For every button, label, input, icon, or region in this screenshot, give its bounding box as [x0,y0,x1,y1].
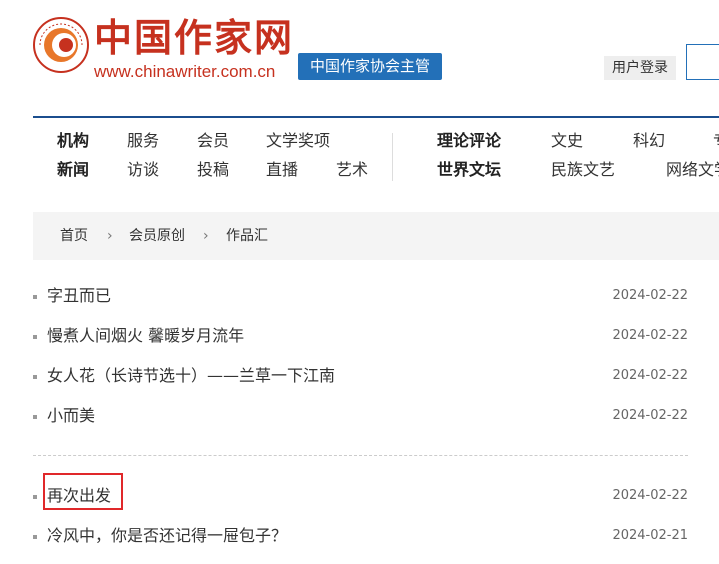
breadcrumb-works[interactable]: 作品汇 [226,212,268,260]
chevron-right-icon: › [203,228,209,244]
chevron-right-icon: › [107,228,113,244]
breadcrumb: 首页 › 会员原创 › 作品汇 [33,212,719,260]
list-item-date: 2024-02-22 [612,408,688,423]
list-item[interactable]: 冷风中，你是否还记得一屉包子？ 2024-02-21 [33,516,688,556]
nav-item-news[interactable]: 新闻 [57,160,89,180]
nav-item-more[interactable]: 专 [713,131,719,151]
nav-item-service[interactable]: 服务 [127,131,159,151]
nav-item-member[interactable]: 会员 [197,131,229,151]
list-item-date: 2024-02-22 [612,328,688,343]
nav-top-border [33,116,719,118]
nav-item-submit[interactable]: 投稿 [197,160,229,180]
list-item-title[interactable]: 字丑而已 [47,276,111,316]
nav-item-live[interactable]: 直播 [266,160,298,180]
bullet-icon [33,415,37,419]
highlight-box [43,473,123,510]
list-item-title[interactable]: 冷风中，你是否还记得一屉包子？ [47,516,287,556]
nav-divider [392,133,393,181]
list-item[interactable]: 小而美 2024-02-22 [33,396,688,436]
nav-item-org[interactable]: 机构 [57,131,89,151]
nav-item-online-lit[interactable]: 网络文学 [666,160,719,180]
bullet-icon [33,495,37,499]
search-input[interactable] [686,44,719,80]
list-item-date: 2024-02-21 [612,528,688,543]
breadcrumb-member-original[interactable]: 会员原创 [129,212,185,260]
logo-title: 中国作家网 [94,15,295,60]
nav-item-theory[interactable]: 理论评论 [437,131,501,151]
page: 中国作家网 www.chinawriter.com.cn 中国作家协会主管 用户… [0,0,719,564]
list-item-title[interactable]: 慢煮人间烟火 馨暖岁月流年 [47,316,244,356]
nav-item-world[interactable]: 世界文坛 [437,160,501,180]
list-item-date: 2024-02-22 [612,368,688,383]
list-item-date: 2024-02-22 [612,488,688,503]
site-logo[interactable]: 中国作家网 www.chinawriter.com.cn [32,14,292,86]
nav-item-history[interactable]: 文史 [551,131,583,151]
list-item-date: 2024-02-22 [612,288,688,303]
nav-item-scifi[interactable]: 科幻 [633,131,665,151]
list-item[interactable]: 再次出发 2024-02-22 [33,476,688,516]
nav-item-art[interactable]: 艺术 [336,160,368,180]
breadcrumb-home[interactable]: 首页 [60,212,88,260]
bullet-icon [33,335,37,339]
login-button[interactable]: 用户登录 [604,56,676,80]
list-item[interactable]: 字丑而已 2024-02-22 [33,276,688,316]
bullet-icon [33,295,37,299]
nav-item-interview[interactable]: 访谈 [127,160,159,180]
bullet-icon [33,375,37,379]
list-item-title[interactable]: 女人花（长诗节选十）——兰草一下江南 [47,356,335,396]
list-divider [33,455,688,456]
logo-url: www.chinawriter.com.cn [94,62,276,81]
nav-item-awards[interactable]: 文学奖项 [266,131,330,151]
list-item[interactable]: 女人花（长诗节选十）——兰草一下江南 2024-02-22 [33,356,688,396]
list-item-title[interactable]: 小而美 [47,396,95,436]
nav-item-ethnic[interactable]: 民族文艺 [551,160,615,180]
logo-emblem-icon [33,17,89,73]
list-item[interactable]: 慢煮人间烟火 馨暖岁月流年 2024-02-22 [33,316,688,356]
bullet-icon [33,535,37,539]
host-badge: 中国作家协会主管 [298,53,442,80]
